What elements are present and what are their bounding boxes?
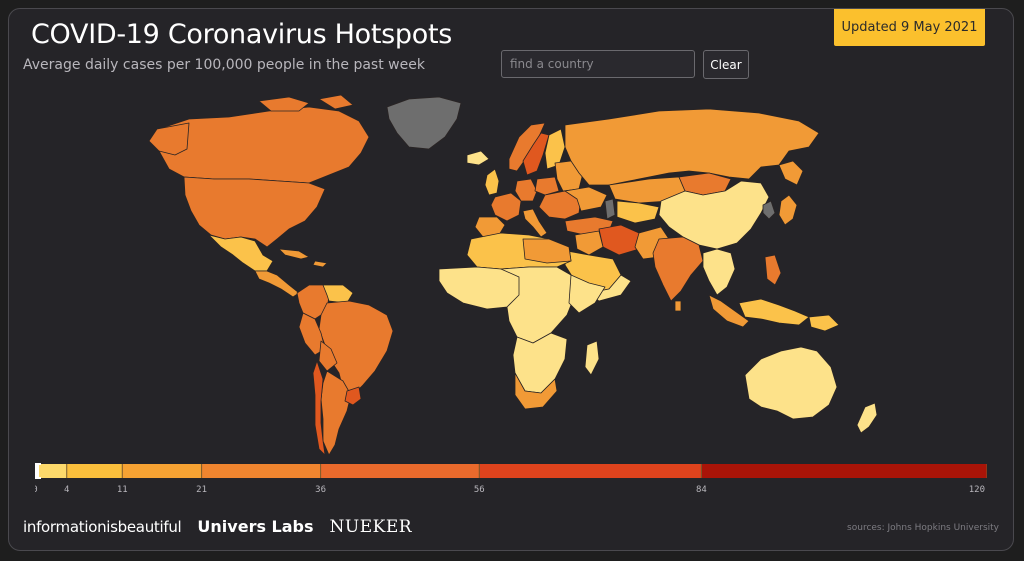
country-italy[interactable] bbox=[522, 208, 548, 238]
country-madagascar[interactable] bbox=[584, 340, 600, 376]
color-scale-legend: 0 4 11 21 36 56 84 120 bbox=[35, 463, 987, 495]
legend-band bbox=[479, 464, 702, 478]
region-west-africa[interactable] bbox=[438, 266, 522, 310]
legend-tick-label: 21 bbox=[196, 485, 207, 495]
country-new-zealand[interactable] bbox=[856, 402, 878, 434]
country-philippines[interactable] bbox=[764, 254, 782, 286]
visualization-frame: COVID-19 Coronavirus Hotspots Average da… bbox=[8, 8, 1014, 551]
country-sri-lanka[interactable] bbox=[674, 300, 682, 312]
region-caribbean[interactable] bbox=[278, 248, 328, 268]
country-alaska[interactable] bbox=[148, 122, 190, 156]
region-central-asia[interactable] bbox=[616, 200, 660, 224]
legend-tick-label: 120 bbox=[969, 485, 985, 495]
legend-band bbox=[201, 464, 321, 478]
page-subtitle: Average daily cases per 100,000 people i… bbox=[23, 57, 425, 73]
legend-tick-label: 4 bbox=[64, 485, 69, 495]
country-usa[interactable] bbox=[183, 176, 326, 248]
page-title: COVID-19 Coronavirus Hotspots bbox=[31, 19, 453, 50]
country-search-input[interactable] bbox=[501, 50, 695, 78]
country-canada[interactable] bbox=[158, 106, 370, 184]
country-india[interactable] bbox=[652, 236, 704, 302]
legend-bands bbox=[35, 464, 987, 478]
region-southeast-asia[interactable] bbox=[702, 248, 736, 296]
region-russia-far-east bbox=[778, 160, 804, 186]
legend-band bbox=[122, 464, 202, 478]
clear-button[interactable]: Clear bbox=[703, 50, 749, 79]
region-central-america[interactable] bbox=[254, 270, 300, 298]
logo-univers-labs[interactable]: Univers Labs bbox=[197, 517, 313, 536]
country-germany[interactable] bbox=[514, 178, 538, 202]
country-japan[interactable] bbox=[778, 194, 798, 226]
region-caspian bbox=[604, 198, 616, 220]
legend-tick-label: 11 bbox=[117, 485, 128, 495]
country-korea[interactable] bbox=[762, 200, 776, 220]
source-credit: sources: Johns Hopkins University bbox=[847, 523, 999, 533]
country-papua-new-guinea[interactable] bbox=[808, 314, 840, 332]
legend-tick-label: 36 bbox=[315, 485, 326, 495]
country-australia[interactable] bbox=[744, 346, 838, 420]
country-uk[interactable] bbox=[484, 168, 500, 196]
country-russia[interactable] bbox=[564, 108, 820, 186]
legend-band bbox=[320, 464, 480, 478]
legend-tick-label: 0 bbox=[35, 485, 38, 495]
country-iran[interactable] bbox=[598, 224, 640, 256]
legend-band bbox=[35, 464, 67, 478]
country-greenland[interactable] bbox=[386, 96, 462, 150]
country-indonesia[interactable] bbox=[738, 298, 810, 326]
country-iceland[interactable] bbox=[466, 150, 490, 166]
legend-tick-label: 84 bbox=[696, 485, 707, 495]
updated-badge: Updated 9 May 2021 bbox=[834, 9, 985, 46]
country-poland[interactable] bbox=[534, 176, 560, 196]
legend-band bbox=[66, 464, 123, 478]
world-map bbox=[148, 94, 878, 456]
legend-tick-label: 56 bbox=[474, 485, 485, 495]
partner-logos: informationisbeautiful Univers Labs NUEK… bbox=[23, 517, 412, 539]
country-iraq-syria[interactable] bbox=[574, 230, 604, 256]
legend-band bbox=[701, 464, 987, 478]
logo-informationisbeautiful[interactable]: informationisbeautiful bbox=[23, 518, 182, 536]
logo-nueker[interactable]: NUEKER bbox=[330, 517, 413, 537]
country-egypt-libya[interactable] bbox=[522, 238, 572, 264]
